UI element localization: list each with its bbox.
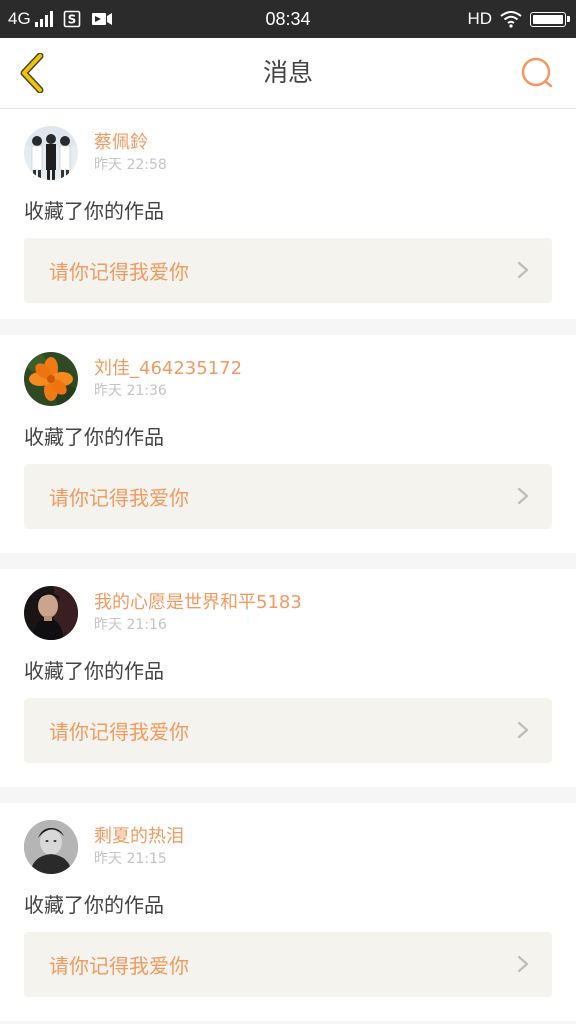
user-row[interactable]: 蔡佩鈴 昨天 22:58 (24, 125, 167, 181)
user-name[interactable]: 剩夏的热泪 (94, 825, 184, 849)
action-text: 收藏了你的作品 (24, 893, 164, 917)
user-meta: 刘佳_464235172 昨天 21:36 (94, 357, 242, 401)
chevron-right-icon (517, 487, 529, 505)
message-card: 剩夏的热泪 昨天 21:15 收藏了你的作品 请你记得我爱你 (0, 803, 576, 1021)
avatar[interactable] (24, 352, 78, 406)
message-time: 昨天 21:16 (94, 617, 167, 633)
message-card: 刘佳_464235172 昨天 21:36 收藏了你的作品 请你记得我爱你 (0, 335, 576, 553)
work-title: 请你记得我爱你 (49, 260, 189, 284)
work-title: 请你记得我爱你 (49, 954, 189, 978)
page-title: 消息 (262, 58, 313, 87)
status-bar: 4G S 08:34 HD (0, 0, 576, 38)
chevron-right-icon (517, 721, 529, 739)
message-list: 蔡佩鈴 昨天 22:58 收藏了你的作品 请你记得我爱你 刘佳_46423517… (0, 109, 576, 1021)
battery-icon (530, 11, 570, 27)
user-name[interactable]: 蔡佩鈴 (94, 131, 167, 155)
user-name[interactable]: 刘佳_464235172 (94, 357, 242, 381)
work-title: 请你记得我爱你 (49, 486, 189, 510)
work-link[interactable]: 请你记得我爱你 (24, 464, 552, 529)
work-title: 请你记得我爱你 (49, 720, 189, 744)
user-row[interactable]: 剩夏的热泪 昨天 21:15 (24, 819, 184, 875)
action-text: 收藏了你的作品 (24, 659, 164, 683)
avatar[interactable] (24, 820, 78, 874)
work-link[interactable]: 请你记得我爱你 (24, 932, 552, 997)
search-button[interactable] (518, 54, 556, 92)
chevron-right-icon (517, 955, 529, 973)
message-card: 我的心愿是世界和平5183 昨天 21:16 收藏了你的作品 请你记得我爱你 (0, 569, 576, 787)
message-card: 蔡佩鈴 昨天 22:58 收藏了你的作品 请你记得我爱你 (0, 109, 576, 319)
user-row[interactable]: 我的心愿是世界和平5183 昨天 21:16 (24, 585, 302, 641)
user-name[interactable]: 我的心愿是世界和平5183 (94, 591, 302, 615)
action-text: 收藏了你的作品 (24, 199, 164, 223)
action-text: 收藏了你的作品 (24, 425, 164, 449)
avatar[interactable] (24, 126, 78, 180)
wifi-icon (500, 11, 522, 28)
message-time: 昨天 22:58 (94, 157, 167, 173)
search-icon (521, 57, 553, 88)
user-meta: 蔡佩鈴 昨天 22:58 (94, 131, 167, 175)
message-time: 昨天 21:36 (94, 383, 167, 399)
nav-bar: 消息 (0, 38, 576, 109)
work-link[interactable]: 请你记得我爱你 (24, 698, 552, 763)
status-right: HD (467, 0, 570, 38)
user-meta: 剩夏的热泪 昨天 21:15 (94, 825, 184, 869)
work-link[interactable]: 请你记得我爱你 (24, 238, 552, 303)
chevron-right-icon (517, 261, 529, 279)
avatar[interactable] (24, 586, 78, 640)
user-meta: 我的心愿是世界和平5183 昨天 21:16 (94, 591, 302, 635)
hd-label: HD (467, 9, 492, 28)
message-time: 昨天 21:15 (94, 851, 167, 867)
user-row[interactable]: 刘佳_464235172 昨天 21:36 (24, 351, 242, 407)
